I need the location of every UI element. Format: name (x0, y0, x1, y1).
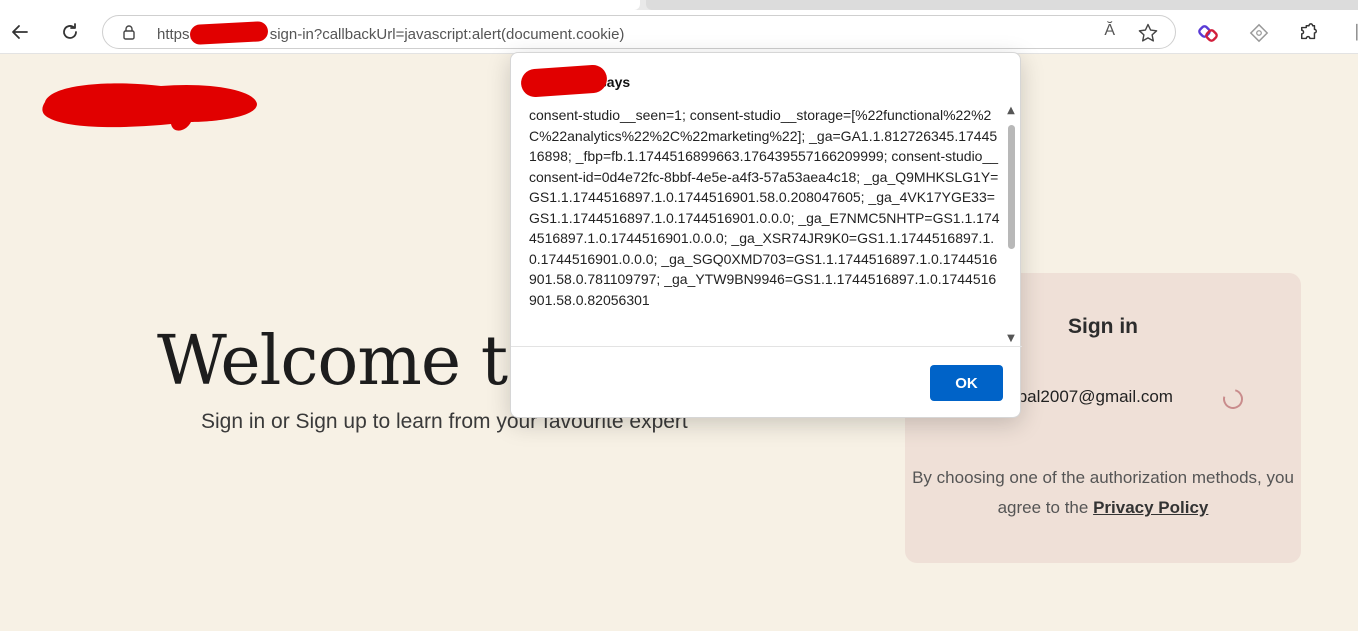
redacted-origin (520, 64, 608, 98)
loading-spinner-icon (1219, 385, 1247, 413)
diamond-extension-icon (1249, 23, 1269, 43)
redacted-host (189, 20, 269, 46)
extension-icon[interactable] (1248, 22, 1270, 44)
active-tab[interactable] (0, 0, 640, 10)
back-button[interactable] (4, 16, 36, 48)
back-arrow-icon (12, 25, 28, 39)
dialog-message: consent-studio__seen=1; consent-studio__… (529, 107, 1000, 308)
redacted-logo (42, 83, 257, 131)
link-extension-icon (1198, 25, 1218, 42)
scroll-up-icon[interactable]: ▲ (1004, 105, 1018, 117)
address-bar[interactable]: https: sign-in?callbackUrl=javascript:ale… (102, 15, 1176, 49)
extensions-menu-icon (1301, 23, 1317, 40)
url-text[interactable]: https: sign-in?callbackUrl=javascript:ale… (157, 20, 625, 46)
welcome-heading: Welcome to (157, 322, 548, 401)
scroll-down-icon[interactable]: ▼ (1004, 333, 1018, 345)
browser-toolbar: https: sign-in?callbackUrl=javascript:ale… (0, 10, 1358, 54)
dialog-title: says (520, 64, 630, 98)
ok-button[interactable]: OK (930, 365, 1003, 401)
alert-dialog: says consent-studio__seen=1; consent-stu… (510, 52, 1022, 418)
signin-email-button[interactable]: tpal2007@gmail.com (1013, 387, 1173, 407)
more-icon[interactable]: │ (1346, 22, 1358, 44)
reload-icon (63, 23, 77, 39)
dialog-message-box[interactable]: consent-studio__seen=1; consent-studio__… (511, 101, 1022, 347)
favorite-star-icon[interactable] (1137, 22, 1159, 44)
read-aloud-icon[interactable]: Ă (1104, 22, 1115, 40)
puzzle-icon[interactable] (1298, 22, 1320, 44)
agreement-text: By choosing one of the authorization met… (905, 463, 1301, 523)
privacy-policy-link[interactable]: Privacy Policy (1093, 498, 1208, 517)
url-prefix: https: (157, 26, 194, 43)
reload-button[interactable] (54, 16, 86, 48)
scroll-thumb[interactable] (1008, 125, 1015, 249)
lock-icon[interactable] (121, 24, 137, 40)
tab-strip (0, 0, 1358, 10)
dialog-scrollbar[interactable]: ▲ ▼ (1004, 103, 1018, 345)
inactive-tab[interactable] (646, 0, 1358, 10)
extension-icon[interactable] (1197, 22, 1219, 44)
url-suffix: sign-in?callbackUrl=javascript:alert(doc… (269, 26, 625, 43)
